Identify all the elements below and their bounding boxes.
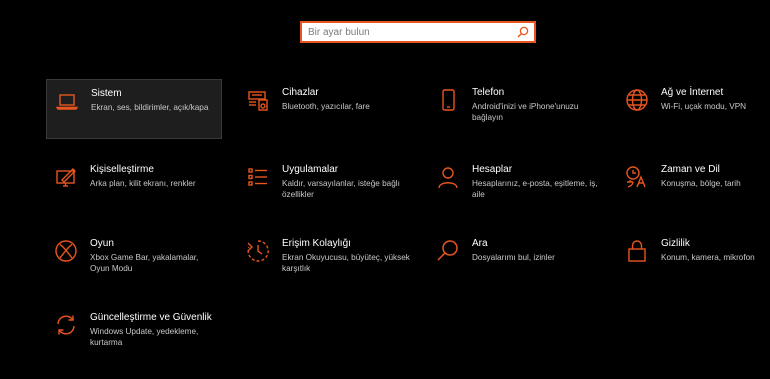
tile-title: Ağ ve İnternet: [661, 87, 724, 98]
tile-title: Zaman ve Dil: [661, 164, 720, 175]
tile-accounts[interactable]: Hesaplar Hesaplarınız, e-posta, eşitleme…: [428, 156, 604, 216]
apps-list-icon: [246, 165, 270, 189]
tile-privacy[interactable]: Gizlilik Konum, kamera, mikrofon: [617, 230, 767, 290]
tile-title: Ara: [472, 238, 488, 249]
tile-description: Kaldır, varsayılanlar, isteğe bağlı özel…: [282, 179, 400, 199]
devices-icon: [246, 88, 270, 112]
tile-update-security[interactable]: Güncelleştirme ve Güvenlik Windows Updat…: [46, 304, 222, 364]
search-icon: [436, 239, 460, 263]
tile-devices[interactable]: Cihazlar Bluetooth, yazıcılar, fare: [238, 79, 414, 139]
search-icon[interactable]: [517, 26, 529, 38]
tile-apps[interactable]: Uygulamalar Kaldır, varsayılanlar, isteğ…: [238, 156, 414, 216]
update-icon: [54, 313, 78, 337]
tile-description: Dosyalarımı bul, izinler: [472, 253, 555, 262]
tile-description: Konum, kamera, mikrofon: [661, 253, 755, 262]
tile-title: Güncelleştirme ve Güvenlik: [90, 312, 212, 323]
tile-description: Ekran Okuyucusu, büyüteç, yüksek karşıtl…: [282, 253, 410, 273]
tile-network[interactable]: Ağ ve İnternet Wi-Fi, uçak modu, VPN: [617, 79, 767, 139]
tile-description: Windows Update, yedekleme, kurtarma: [90, 327, 199, 347]
tile-title: Telefon: [472, 87, 505, 98]
search-input[interactable]: [308, 23, 508, 41]
tile-description: Bluetooth, yazıcılar, fare: [282, 102, 370, 111]
tile-title: Uygulamalar: [282, 164, 339, 175]
tile-title: Oyun: [90, 238, 114, 249]
tile-title: Sistem: [91, 88, 122, 99]
tile-description: Arka plan, kilit ekranı, renkler: [90, 179, 196, 188]
time-language-icon: [625, 165, 649, 189]
tile-title: Hesaplar: [472, 164, 513, 175]
tile-personalization[interactable]: Kişiselleştirme Arka plan, kilit ekranı,…: [46, 156, 222, 216]
paint-icon: [54, 165, 78, 189]
ease-of-access-icon: [246, 239, 270, 263]
globe-icon: [625, 88, 649, 112]
tile-description: Konuşma, bölge, tarih: [661, 179, 741, 188]
tile-description: Wi-Fi, uçak modu, VPN: [661, 102, 747, 111]
tile-search[interactable]: Ara Dosyalarımı bul, izinler: [428, 230, 604, 290]
tile-time-language[interactable]: Zaman ve Dil Konuşma, bölge, tarih: [617, 156, 767, 216]
xbox-icon: [54, 239, 78, 263]
tile-description: Android'inizi ve iPhone'unuzu bağlayın: [472, 102, 579, 122]
tile-title: Kişiselleştirme: [90, 164, 154, 175]
settings-home: Sistem Ekran, ses, bildirimler, açık/kap…: [0, 0, 770, 379]
tile-description: Ekran, ses, bildirimler, açık/kapa: [91, 103, 209, 112]
tile-system[interactable]: Sistem Ekran, ses, bildirimler, açık/kap…: [46, 79, 222, 139]
tile-phone[interactable]: Telefon Android'inizi ve iPhone'unuzu ba…: [428, 79, 604, 139]
tile-ease-of-access[interactable]: Erişim Kolaylığı Ekran Okuyucusu, büyüte…: [238, 230, 414, 290]
person-icon: [436, 165, 460, 189]
tile-title: Gizlilik: [661, 238, 690, 249]
laptop-icon: [55, 89, 79, 113]
lock-icon: [625, 239, 649, 263]
tile-description: Hesaplarınız, e-posta, eşitleme, iş, ail…: [472, 179, 598, 199]
tile-gaming[interactable]: Oyun Xbox Game Bar, yakalamalar, Oyun Mo…: [46, 230, 222, 290]
search-box[interactable]: [300, 21, 536, 43]
tile-description: Xbox Game Bar, yakalamalar, Oyun Modu: [90, 253, 199, 273]
phone-icon: [436, 88, 460, 112]
tile-title: Cihazlar: [282, 87, 319, 98]
tile-title: Erişim Kolaylığı: [282, 238, 351, 249]
